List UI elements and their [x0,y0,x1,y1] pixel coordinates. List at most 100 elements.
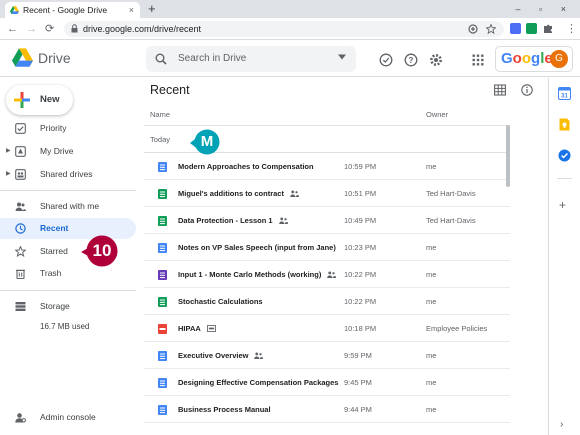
file-name: Input 1 - Monte Carlo Methods (working) [178,270,322,279]
table-row[interactable]: Stochastic Calculations 10:22 PM me [144,288,510,315]
sidebar-item-shared-drives[interactable]: ▶ Shared drives [0,164,136,185]
offline-status-icon[interactable] [379,53,393,67]
table-row[interactable]: Executive Overview 9:59 PM me [144,342,510,369]
extensions-puzzle-icon[interactable] [543,23,554,34]
clock-icon [15,223,26,234]
sidebar-item-priority[interactable]: Priority [0,118,136,139]
drive-brand[interactable]: Drive [38,50,71,66]
sidebar-item-label: Priority [40,123,67,133]
sidebar-item-label: My Drive [40,146,74,156]
sidebar-item-label: Shared drives [40,169,93,179]
header-divider [144,125,510,126]
tasks-icon[interactable] [558,149,571,162]
google-account-button[interactable]: Google G [495,46,573,72]
my-drive-icon [15,146,26,157]
extension-android-icon[interactable] [526,23,537,34]
info-icon[interactable] [521,84,533,96]
reload-icon[interactable]: ⟳ [45,22,54,36]
google-sheets-icon [158,189,167,199]
window-controls[interactable]: – ▫ × [516,2,574,16]
google-docs-icon [158,243,167,253]
browser-menu-icon[interactable]: ⋮ [566,22,577,36]
back-icon[interactable]: ← [7,22,18,36]
bookmark-star-icon[interactable] [486,24,496,34]
file-last-opened: 10:18 PM [344,324,377,333]
tab-close-icon[interactable]: × [129,2,134,18]
file-name: Modern Approaches to Compensation [178,162,314,171]
file-owner: me [426,351,437,360]
priority-icon [15,123,26,134]
column-header-name[interactable]: Name [150,110,170,119]
help-icon[interactable]: ? [404,53,418,67]
table-row[interactable]: Notes on VP Sales Speech (input from Jan… [144,234,510,261]
table-row[interactable]: Modern Approaches to Compensation 10:59 P… [144,153,510,180]
file-owner: me [426,405,437,414]
url-field[interactable]: drive.google.com/drive/recent [64,21,504,37]
google-wordmark: Google [501,50,553,67]
sidebar-item-shared-with-me[interactable]: Shared with me [0,196,136,217]
search-input[interactable]: Search in Drive [146,46,356,72]
table-row[interactable]: Input 1 - Monte Carlo Methods (working) 1… [144,261,510,288]
new-button[interactable]: New [6,85,73,115]
sidebar-item-admin-console[interactable]: Admin console [0,407,136,428]
drive-header: Drive Search in Drive ? Google G [0,41,580,77]
table-row[interactable]: Data Protection - Lesson 1 10:49 PM Ted Ha… [144,207,510,234]
browser-tab[interactable]: Recent - Google Drive × [5,2,140,18]
file-last-opened: 10:49 PM [344,216,377,225]
url-text: drive.google.com/drive/recent [83,24,202,34]
file-owner: me [426,270,437,279]
file-name: Miguel's additions to contract [178,189,284,198]
table-row[interactable]: Designing Effective Compensation Package… [144,369,510,396]
file-owner: me [426,297,437,306]
scrollbar-thumb[interactable] [506,125,510,187]
column-header-owner[interactable]: Owner [426,110,448,119]
table-row[interactable]: HIPAA 10:18 PM Employee Policies [144,315,510,342]
google-docs-icon [158,405,167,415]
table-row[interactable]: Business Process Manual 9:44 PM me [144,396,510,423]
browser-window: Recent - Google Drive × + – ▫ × ← → ⟳ dr… [0,0,580,435]
file-last-opened: 10:23 PM [344,243,377,252]
sidebar-item-storage[interactable]: Storage [0,296,136,317]
callout-10: 10 [80,234,118,268]
grid-view-icon[interactable] [494,84,506,96]
table-row[interactable]: Miguel's additions to contract 10:51 PM Te… [144,180,510,207]
google-sheets-icon [158,297,167,307]
file-name: HIPAA [178,324,201,333]
zoom-icon[interactable] [468,24,478,34]
forward-icon[interactable]: → [26,22,37,36]
plus-multicolor-icon [14,92,30,108]
new-tab-button[interactable]: + [148,1,156,17]
file-owner: Ted Hart-Davis [426,189,476,198]
settings-gear-icon[interactable] [429,53,443,67]
expand-arrow-icon[interactable]: ▶ [6,164,11,185]
callout-10-label: 10 [92,241,112,260]
search-options-icon[interactable] [338,54,346,60]
shared-drives-icon [15,169,26,180]
calendar-icon[interactable]: 31 [558,87,571,100]
side-panel: 31 + › [548,78,580,435]
get-addons-icon[interactable]: + [559,199,566,211]
file-owner: Employee Policies [426,324,488,333]
keep-icon[interactable] [558,118,571,131]
file-last-opened: 10:51 PM [344,189,377,198]
shared-with-me-icon [15,202,26,211]
file-owner: Ted Hart-Davis [426,216,476,225]
file-last-opened: 9:45 PM [344,378,372,387]
trash-icon [16,269,25,279]
address-bar: ← → ⟳ drive.google.com/drive/recent ⋮ [0,18,580,40]
storage-used-text: 16.7 MB used [40,322,90,331]
page-title: Recent [150,83,190,97]
file-last-opened: 9:44 PM [344,405,372,414]
file-name: Executive Overview [178,351,249,360]
sidebar-item-my-drive[interactable]: ▶ My Drive [0,141,136,162]
expand-arrow-icon[interactable]: ▶ [6,141,11,162]
extension-screen-icon[interactable] [510,23,521,34]
file-name: Business Process Manual [178,405,271,414]
collapse-side-panel-icon[interactable]: › [560,420,563,430]
apps-grid-icon[interactable] [471,53,485,67]
search-icon[interactable] [155,53,167,65]
drive-logo-icon[interactable] [12,48,33,67]
file-owner: me [426,378,437,387]
avatar[interactable]: G [550,50,568,68]
svg-text:31: 31 [561,94,568,100]
